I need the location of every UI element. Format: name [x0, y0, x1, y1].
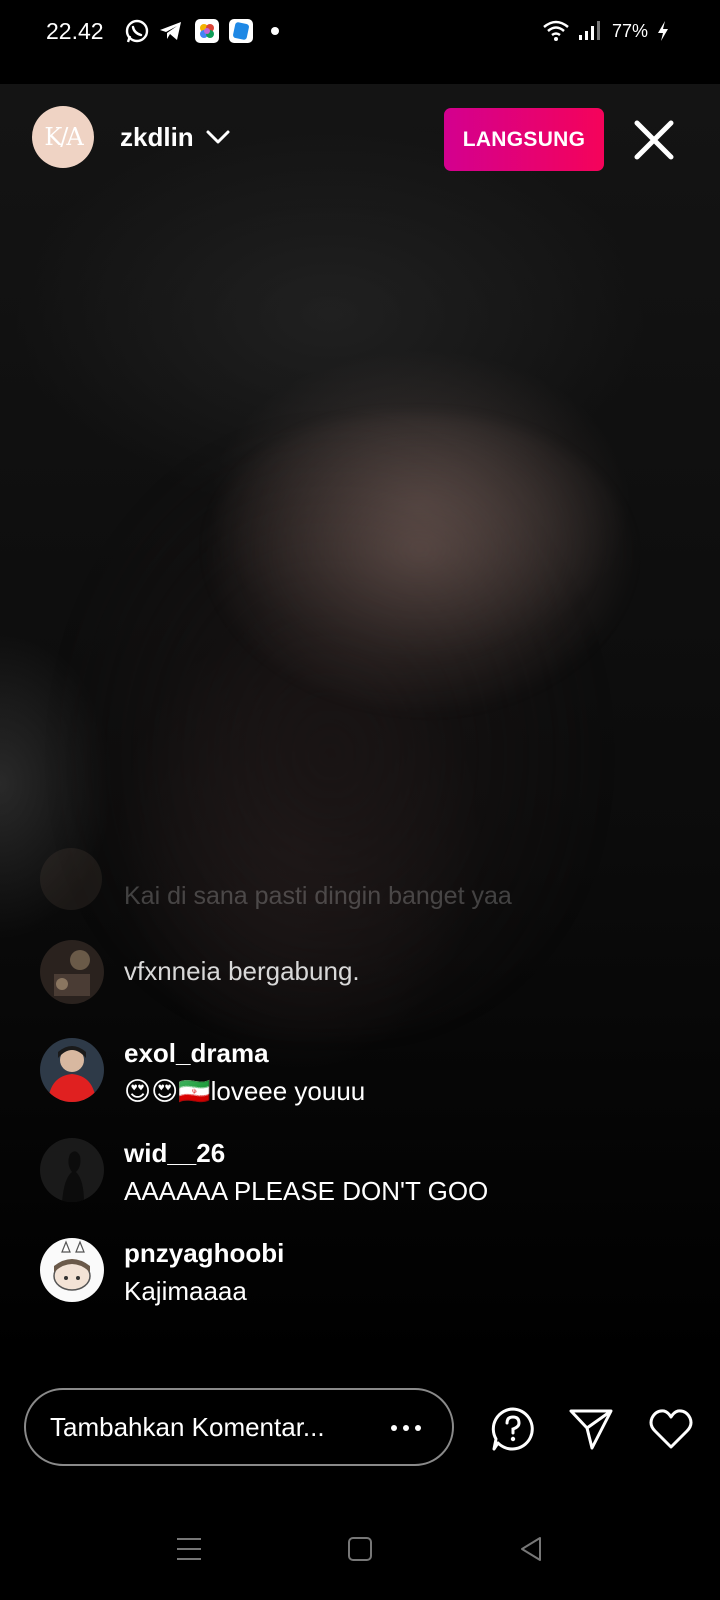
- host-avatar-monogram: K/A: [44, 123, 83, 151]
- wifi-icon: [543, 20, 569, 41]
- app-icon: [229, 19, 253, 43]
- send-icon[interactable]: [568, 1406, 614, 1452]
- recent-apps-icon[interactable]: [174, 1534, 204, 1564]
- comment-text: Kajimaaaa: [124, 1276, 247, 1306]
- live-badge[interactable]: LANGSUNG: [444, 108, 604, 171]
- live-stream-screen: 22.42 77% K/A zkdlin LANGSUNG Kai di san…: [0, 0, 720, 1600]
- avatar[interactable]: [40, 1038, 104, 1102]
- avatar[interactable]: [40, 1238, 104, 1302]
- status-time: 22.42: [46, 18, 104, 44]
- list-item: pnzyaghoobi Kajimaaaa: [40, 1238, 680, 1310]
- more-options-icon[interactable]: [388, 1414, 424, 1442]
- whatsapp-icon: [125, 19, 149, 43]
- home-icon[interactable]: [345, 1534, 375, 1564]
- dot-icon: [271, 27, 279, 35]
- comment-text: AAAAAA PLEASE DON'T GOO: [124, 1176, 489, 1206]
- faded-comment: Kai di sana pasti dingin banget yaa: [40, 848, 680, 910]
- list-item: exol_drama 😍😍🇮🇷loveee youuu: [40, 1038, 680, 1110]
- status-bar: 22.42 77%: [0, 0, 720, 64]
- battery-percentage: 77%: [611, 20, 648, 41]
- back-icon[interactable]: [516, 1534, 546, 1564]
- list-item: wid__26 AAAAAA PLEASE DON'T GOO: [40, 1138, 680, 1210]
- chevron-down-icon[interactable]: [205, 128, 231, 146]
- photos-icon: [195, 19, 219, 43]
- host-avatar[interactable]: K/A: [32, 106, 94, 168]
- heart-icon[interactable]: [648, 1406, 694, 1452]
- status-right: 77%: [542, 20, 670, 42]
- comment-input-placeholder: Tambahkan Komentar...: [50, 1412, 325, 1442]
- telegram-icon: [160, 22, 181, 40]
- comment-username[interactable]: pnzyaghoobi: [124, 1238, 284, 1269]
- comment-input[interactable]: Tambahkan Komentar...: [24, 1388, 454, 1466]
- host-username[interactable]: zkdlin: [120, 122, 194, 153]
- comment-username[interactable]: exol_drama: [124, 1038, 269, 1069]
- avatar: [40, 848, 102, 910]
- avatar[interactable]: [40, 940, 104, 1004]
- signal-icon: [578, 21, 600, 40]
- avatar[interactable]: [40, 1138, 104, 1202]
- faded-comment-text: Kai di sana pasti dingin banget yaa: [124, 882, 512, 910]
- comment-username[interactable]: wid__26: [124, 1138, 225, 1169]
- close-icon[interactable]: [632, 118, 676, 162]
- comment-text: 😍😍🇮🇷loveee youuu: [124, 1076, 366, 1106]
- join-event-text: vfxnneia bergabung.: [124, 956, 360, 986]
- battery-charging-icon: [658, 21, 668, 41]
- join-event: vfxnneia bergabung.: [40, 940, 680, 1004]
- question-icon[interactable]: [490, 1406, 536, 1452]
